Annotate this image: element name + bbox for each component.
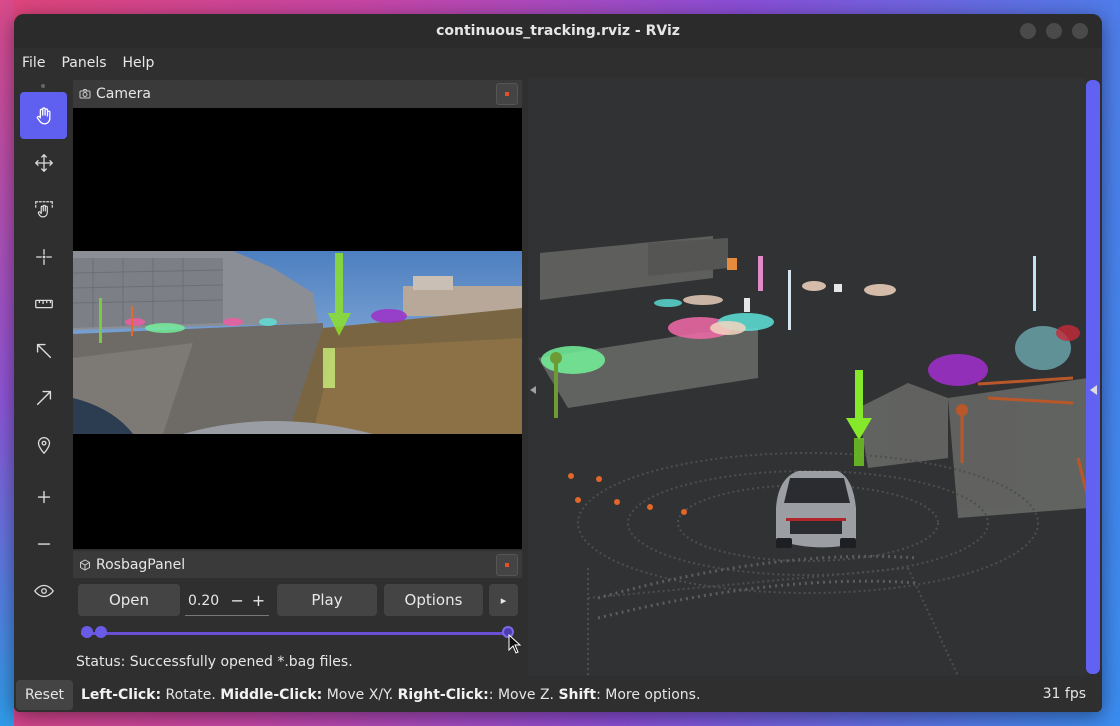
publish-point-tool-button[interactable]: [20, 421, 67, 468]
tools-toolbar: [14, 78, 72, 676]
crosshair-icon: [35, 248, 52, 265]
measure-tool-button[interactable]: [20, 280, 67, 327]
camera-icon: [79, 89, 91, 99]
minus-icon: [37, 542, 50, 545]
camera-panel-title: Camera: [96, 86, 151, 102]
select-tool-button[interactable]: [20, 186, 67, 233]
remove-tool-button[interactable]: [20, 520, 67, 567]
select-hand-icon: [34, 200, 53, 217]
help-text-shift: : More options.: [596, 687, 701, 703]
close-icon: [505, 563, 509, 567]
help-text-left: Rotate.: [161, 687, 221, 703]
desktop-background: [0, 0, 14, 726]
map-pin-icon: [37, 436, 50, 454]
help-key-right: Right-Click:: [397, 687, 489, 703]
package-icon: [80, 559, 90, 571]
move-camera-tool-button[interactable]: [20, 139, 67, 186]
playback-speed-spinbox[interactable]: 0.20 − +: [185, 586, 269, 616]
rosbag-panel: Open 0.20 − + Play Options ▸ Status: Suc…: [73, 578, 522, 676]
menu-panels[interactable]: Panels: [61, 55, 106, 71]
title-bar[interactable]: continuous_tracking.rviz - RViz: [14, 14, 1102, 48]
right-dock-handle[interactable]: [1086, 80, 1100, 674]
playback-slider-track[interactable]: [81, 632, 513, 635]
playback-speed-value[interactable]: 0.20: [188, 593, 227, 609]
mouse-help-text: Left-Click: Rotate. Middle-Click: Move X…: [81, 687, 700, 703]
camera-panel-close-button[interactable]: [496, 83, 518, 105]
playback-position-handle[interactable]: [95, 626, 107, 638]
pose-estimate-tool-button[interactable]: [20, 327, 67, 374]
expand-arrow-icon: [1090, 385, 1097, 395]
focus-camera-tool-button[interactable]: [20, 233, 67, 280]
camera-image: [72, 251, 522, 434]
help-key-left: Left-Click:: [81, 687, 162, 703]
eye-icon: [33, 584, 54, 597]
visibility-tool-button[interactable]: [20, 567, 67, 614]
fps-counter: 31 fps: [1042, 686, 1086, 702]
arrow-up-left-icon: [36, 343, 51, 358]
right-dock-splitter[interactable]: [1086, 78, 1100, 676]
toolbar-grip[interactable]: [41, 84, 45, 88]
camera-view[interactable]: [72, 108, 522, 549]
options-button[interactable]: Options: [384, 584, 483, 616]
status-bar: Reset Left-Click: Rotate. Middle-Click: …: [14, 678, 1102, 712]
rosbag-panel-title: RosbagPanel: [96, 557, 186, 573]
rosbag-panel-header[interactable]: RosbagPanel: [73, 551, 522, 579]
rosbag-panel-close-button[interactable]: [496, 554, 518, 576]
hand-icon: [36, 106, 51, 124]
window-title: continuous_tracking.rviz - RViz: [436, 23, 680, 39]
arrow-up-right-icon: [36, 390, 51, 405]
open-button[interactable]: Open: [78, 584, 180, 616]
mouse-cursor-icon: [508, 634, 522, 654]
speed-decrease-button[interactable]: −: [227, 591, 248, 610]
speed-increase-button[interactable]: +: [248, 591, 269, 610]
help-text-right: : Move Z.: [488, 687, 559, 703]
maximize-button[interactable]: [1046, 23, 1062, 39]
add-tool-button[interactable]: [20, 473, 67, 520]
ruler-icon: [34, 299, 53, 308]
close-window-button[interactable]: [1072, 23, 1088, 39]
camera-panel-header[interactable]: Camera: [73, 80, 522, 108]
play-button[interactable]: Play: [277, 584, 377, 616]
nav-goal-tool-button[interactable]: [20, 374, 67, 421]
help-key-middle: Middle-Click:: [220, 687, 323, 703]
point-cloud-render: [530, 236, 1090, 677]
help-text-middle: Move X/Y.: [322, 687, 398, 703]
status-text: Status: Successfully opened *.bag files.: [76, 654, 353, 670]
3d-viewport[interactable]: [528, 78, 1090, 677]
minimize-button[interactable]: [1020, 23, 1036, 39]
close-icon: [505, 92, 509, 96]
menu-file[interactable]: File: [22, 55, 45, 71]
move-arrows-icon: [34, 153, 53, 172]
help-key-shift: Shift: [558, 687, 597, 703]
plus-icon: [37, 490, 50, 503]
interact-tool-button[interactable]: [20, 92, 67, 139]
rviz-window: continuous_tracking.rviz - RViz File Pan…: [14, 14, 1102, 712]
reset-button[interactable]: Reset: [16, 680, 73, 710]
menu-help[interactable]: Help: [123, 55, 155, 71]
playback-start-handle[interactable]: [81, 626, 93, 638]
expand-button[interactable]: ▸: [489, 584, 518, 616]
menu-bar: File Panels Help: [14, 48, 1102, 78]
ego-vehicle-model: [776, 471, 856, 548]
